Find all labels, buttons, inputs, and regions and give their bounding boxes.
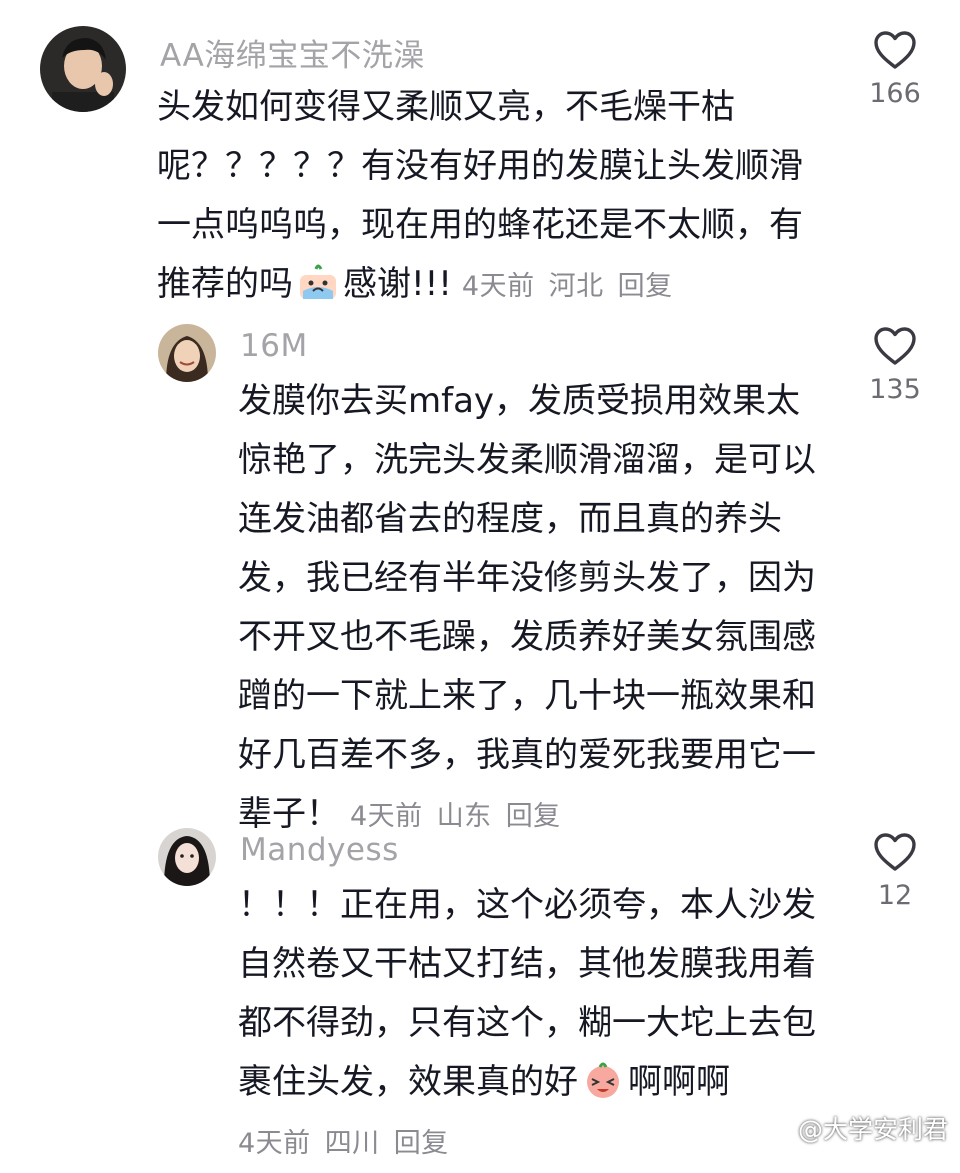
avatar[interactable] xyxy=(40,26,126,112)
comment-body: ！！！正在用，这个必须夸，本人沙发自然卷又干枯又打结，其他发膜我用着都不得劲，只… xyxy=(238,876,828,1173)
comment-meta: 4天前 河北 回复 xyxy=(462,271,673,302)
comment-username[interactable]: Mandyess xyxy=(240,832,399,868)
crying-emoji-icon xyxy=(297,261,339,303)
reply-item: Mandyess ！！！正在用，这个必须夸，本人沙发自然卷又干枯又打结，其他发膜… xyxy=(0,820,960,1160)
comment-body: 发膜你去买mfay，发质受损用效果太惊艳了，洗完头发柔顺滑溜溜，是可以连发油都省… xyxy=(238,372,828,846)
reply-button[interactable]: 回复 xyxy=(618,271,673,302)
comment-time: 4天前 xyxy=(238,1128,311,1159)
comment-username[interactable]: AA海绵宝宝不洗澡 xyxy=(160,30,425,75)
comment-meta: 4天前 四川 回复 xyxy=(238,1128,449,1159)
avatar[interactable] xyxy=(158,828,216,886)
watermark-text: @大学安利君 xyxy=(797,1115,948,1144)
like-count: 12 xyxy=(877,880,913,911)
weibo-icon xyxy=(760,1117,790,1140)
comment-body: 头发如何变得又柔顺又亮，不毛燥干枯呢？？？？？有没有好用的发膜让头发顺滑一点呜呜… xyxy=(157,78,832,316)
watermark: @大学安利君 xyxy=(760,1110,948,1146)
comment-location: 四川 xyxy=(324,1128,380,1159)
heart-icon[interactable] xyxy=(873,326,917,366)
like-column: 12 xyxy=(850,832,940,911)
comment-time: 4天前 xyxy=(461,271,535,302)
comment-username[interactable]: 16M xyxy=(240,328,308,364)
like-count: 166 xyxy=(869,78,921,109)
comment-item: AA海绵宝宝不洗澡 头发如何变得又柔顺又亮，不毛燥干枯呢？？？？？有没有好用的发… xyxy=(0,0,960,304)
like-count: 135 xyxy=(869,374,921,405)
laughing-crying-emoji-icon xyxy=(582,1059,624,1101)
comment-text-suffix: 感谢!!! xyxy=(343,264,452,304)
comment-location: 河北 xyxy=(548,271,604,302)
heart-icon[interactable] xyxy=(873,30,917,70)
reply-item: 16M 发膜你去买mfay，发质受损用效果太惊艳了，洗完头发柔顺滑溜溜，是可以连… xyxy=(0,300,960,834)
reply-button[interactable]: 回复 xyxy=(394,1128,449,1159)
comment-text-suffix: 啊啊啊 xyxy=(628,1062,730,1102)
comment-text: 发膜你去买mfay，发质受损用效果太惊艳了，洗完头发柔顺滑溜溜，是可以连发油都省… xyxy=(238,381,816,834)
like-column: 135 xyxy=(850,326,940,405)
heart-icon[interactable] xyxy=(873,832,917,872)
like-column: 166 xyxy=(850,30,940,109)
avatar[interactable] xyxy=(158,324,216,382)
